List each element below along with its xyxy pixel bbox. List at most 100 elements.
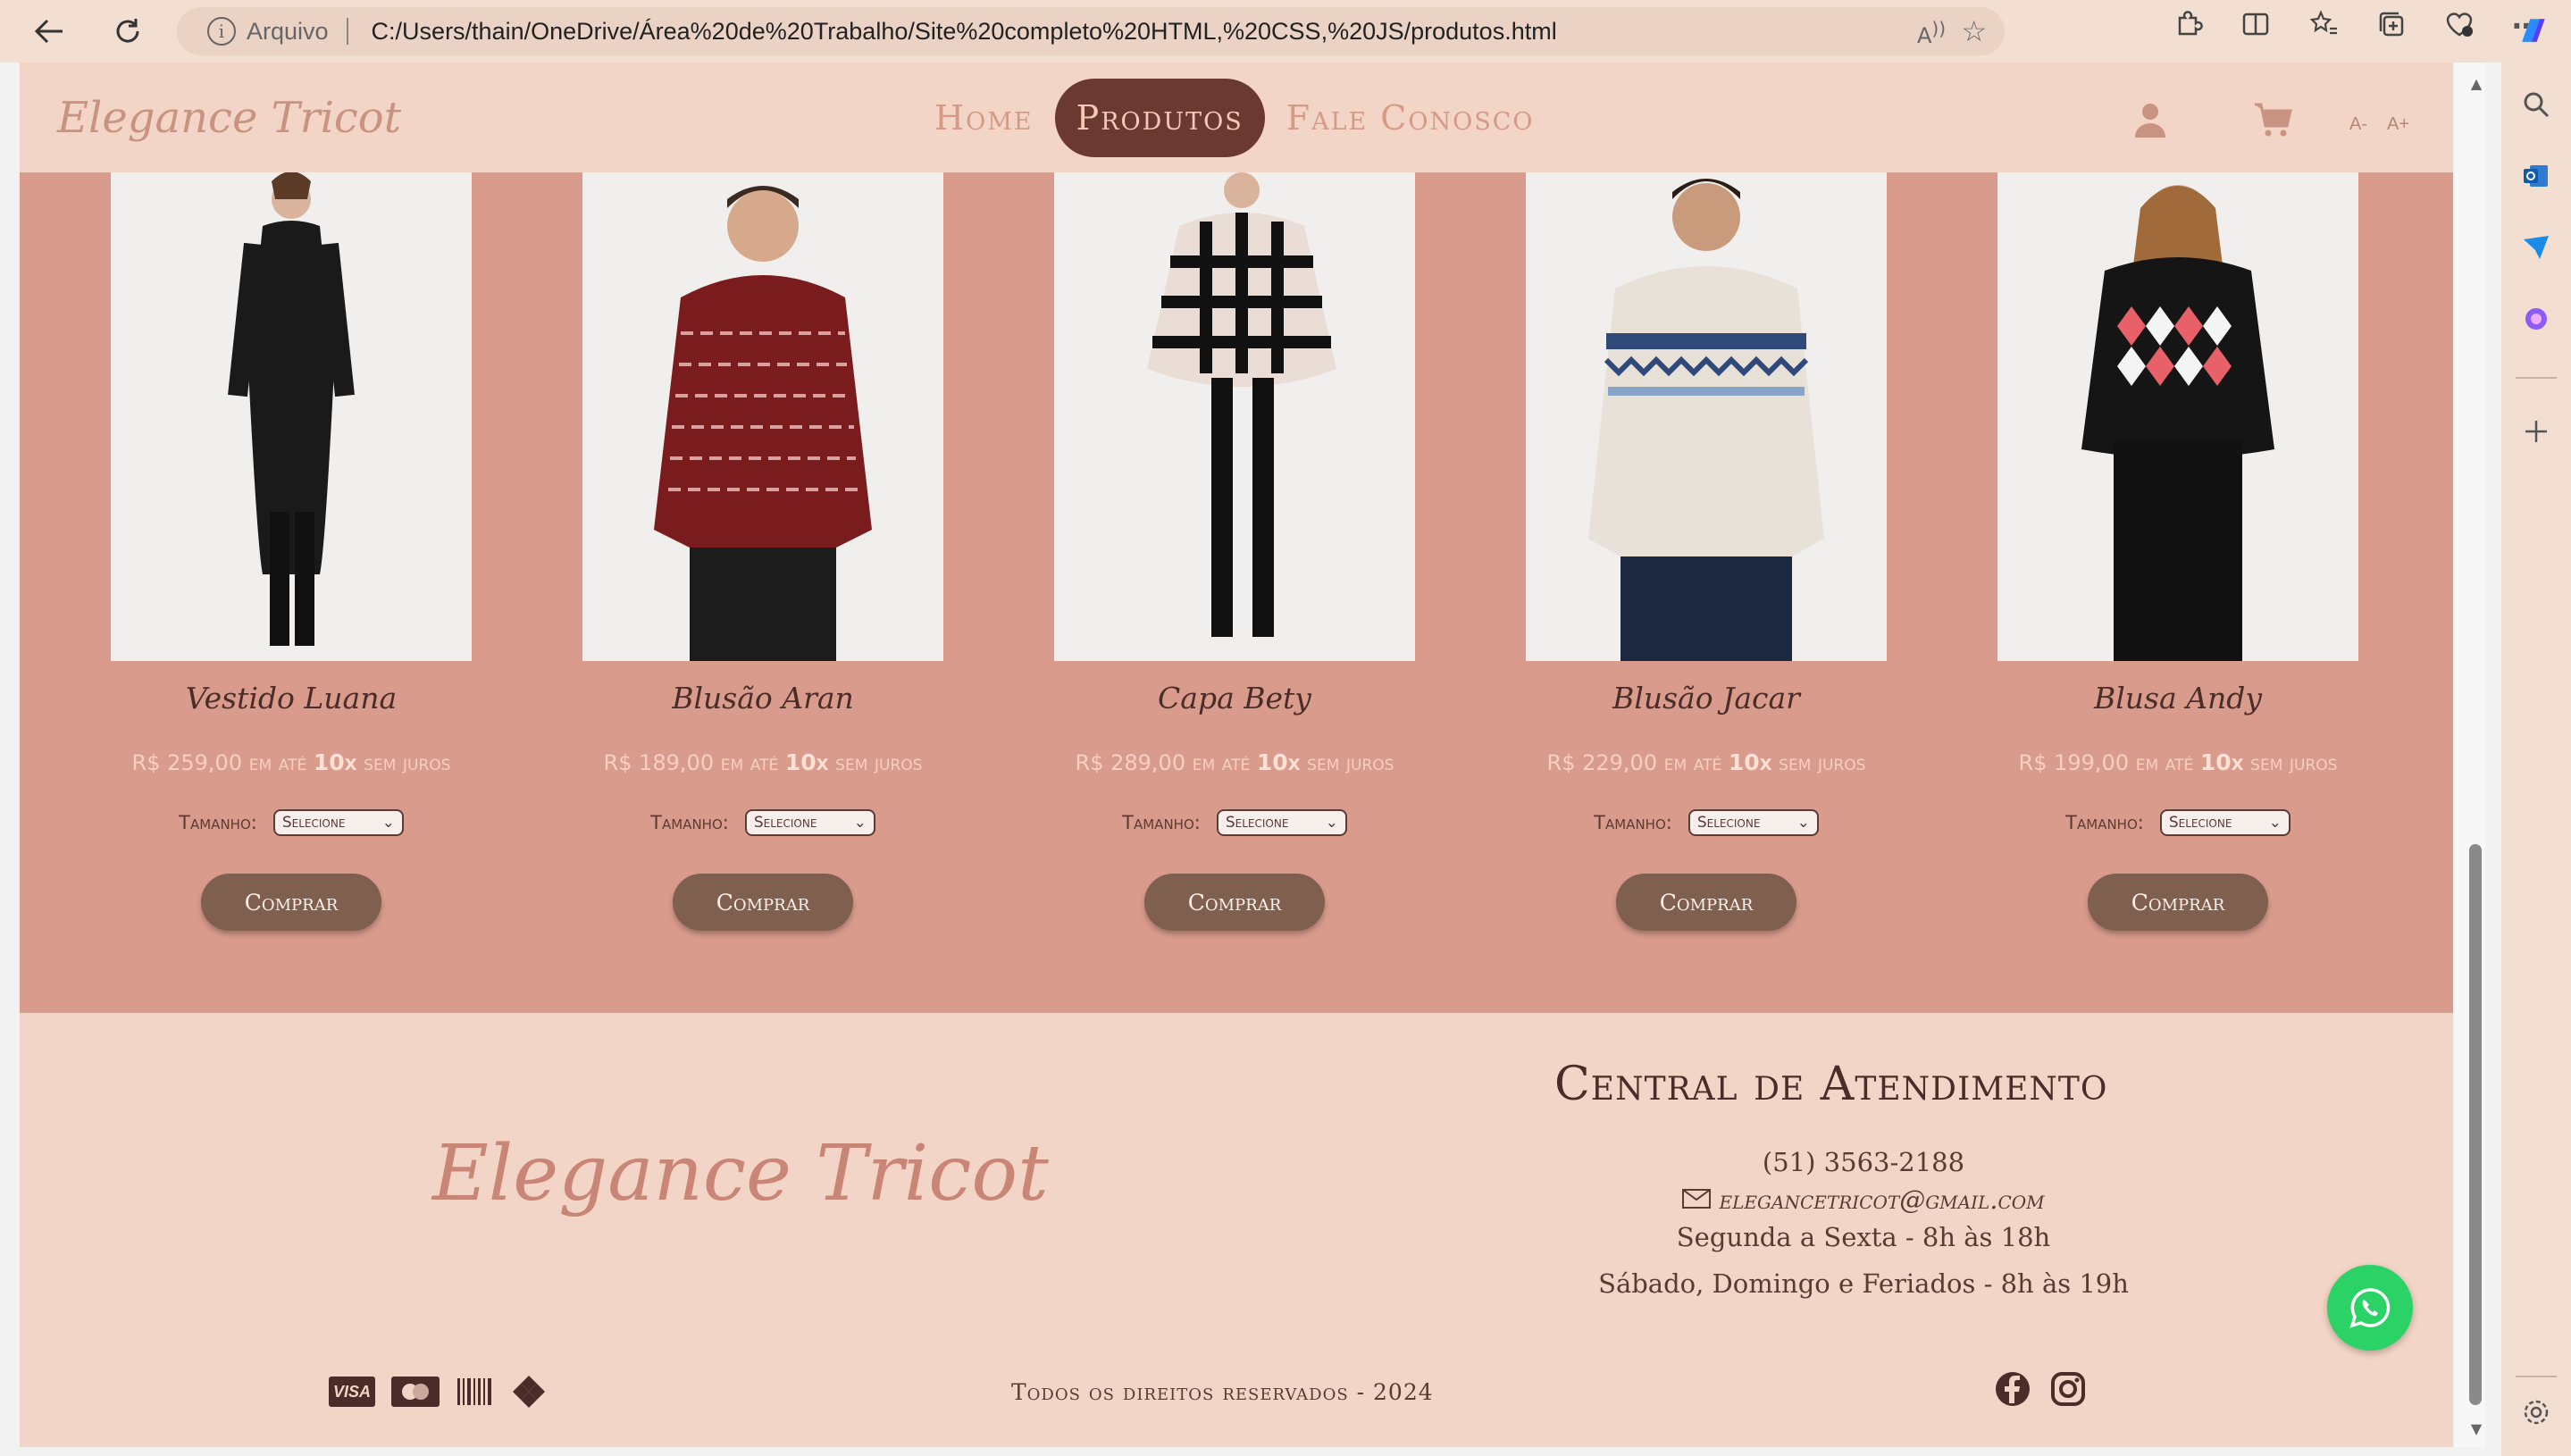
browser-toolbar: i Arquivo C:/Users/thain/OneDrive/Área%2… [0, 0, 2571, 63]
outlook-icon[interactable] [2517, 157, 2555, 195]
facebook-icon[interactable] [1994, 1370, 2031, 1408]
support-phone: (51) 3563-2188 [1762, 1147, 1965, 1177]
size-select[interactable]: Selecione ⌄ [2159, 809, 2290, 836]
payment-methods: VISA [329, 1376, 547, 1408]
size-select[interactable]: Selecione ⌄ [272, 809, 404, 836]
add-icon[interactable] [2517, 413, 2555, 450]
woman-black-dress-photo [111, 172, 472, 661]
installments-count: 10x [1728, 749, 1772, 775]
installments-count: 10x [2199, 749, 2244, 775]
size-select[interactable]: Selecione ⌄ [744, 809, 875, 836]
cart-icon[interactable] [2253, 102, 2292, 146]
product-image[interactable] [582, 172, 943, 661]
product-image[interactable] [1997, 172, 2358, 661]
installments-prefix: em até [1192, 750, 1251, 775]
product-image[interactable] [111, 172, 472, 661]
support-hours-weekend: Sábado, Domingo e Feriados - 8h às 19h [1598, 1268, 2129, 1299]
address-separator [346, 18, 348, 45]
man-jacquard-sweater-photo [1526, 172, 1887, 661]
user-icon[interactable] [2133, 102, 2167, 146]
search-icon[interactable] [2517, 86, 2555, 123]
installments-prefix: em até [248, 750, 307, 775]
whatsapp-button[interactable] [2327, 1265, 2413, 1351]
product-card: Vestido Luana R$ 259,00 em até 10x sem j… [111, 172, 472, 931]
collections-icon[interactable] [2376, 9, 2407, 46]
copilot-icon[interactable] [2514, 13, 2551, 50]
nav-produtos[interactable]: Produtos [1054, 79, 1265, 157]
chevron-down-icon: ⌄ [853, 814, 867, 832]
address-bar[interactable]: i Arquivo C:/Users/thain/OneDrive/Área%2… [177, 7, 2005, 55]
main-nav: Home Produtos Fale Conosco [913, 79, 1556, 157]
installments-suffix: sem juros [2250, 750, 2338, 775]
copilot-app-icon[interactable] [2517, 300, 2555, 338]
installments-suffix: sem juros [1779, 750, 1866, 775]
installments-count: 10x [1256, 749, 1301, 775]
installments-suffix: sem juros [364, 750, 451, 775]
browser-actions: ⋯ [2173, 9, 2541, 46]
sidebar-divider [2516, 377, 2557, 379]
size-select[interactable]: Selecione ⌄ [1687, 809, 1819, 836]
product-image[interactable] [1054, 172, 1415, 661]
buy-button[interactable]: Comprar [1144, 874, 1325, 931]
product-name: Vestido Luana [185, 681, 398, 715]
buy-button[interactable]: Comprar [1616, 874, 1796, 931]
size-select[interactable]: Selecione ⌄ [1216, 809, 1347, 836]
edge-sidebar [2501, 19, 2571, 1456]
site-header: Elegance Tricot Home Produtos Fale Conos… [20, 63, 2453, 172]
info-icon[interactable]: i [207, 17, 236, 46]
mastercard-icon [391, 1376, 440, 1408]
scroll-up-arrow[interactable]: ▲ [2469, 75, 2483, 92]
favorites-icon[interactable] [2308, 9, 2339, 46]
back-icon[interactable] [27, 9, 71, 54]
nav-home[interactable]: Home [913, 79, 1055, 157]
size-row: Tamanho: Selecione ⌄ [1054, 809, 1415, 836]
support-title: Central de Atendimento [1554, 1058, 2108, 1111]
product-card: Blusa Andy R$ 199,00 em até 10x sem juro… [1997, 172, 2358, 931]
buy-button[interactable]: Comprar [673, 874, 853, 931]
refresh-icon[interactable] [105, 9, 150, 54]
size-select-value: Selecione [1696, 814, 1761, 832]
size-select-value: Selecione [2168, 814, 2232, 832]
product-grid: Vestido Luana R$ 259,00 em até 10x sem j… [20, 172, 2453, 1013]
font-decrease-button[interactable]: A- [2349, 114, 2367, 135]
product-image[interactable] [1526, 172, 1887, 661]
social-links [1994, 1370, 2087, 1408]
whatsapp-icon [2349, 1288, 2391, 1328]
chevron-down-icon: ⌄ [2268, 814, 2282, 832]
instagram-icon[interactable] [2049, 1370, 2087, 1408]
support-email-row: elegancetricot@gmail.com [1461, 1184, 2265, 1215]
installments-suffix: sem juros [1307, 750, 1394, 775]
support-email[interactable]: elegancetricot@gmail.com [1720, 1184, 2045, 1215]
size-select-value: Selecione [753, 814, 817, 832]
settings-gear-icon[interactable] [2517, 1393, 2555, 1431]
product-price: R$ 199,00 em até 10x sem juros [1997, 749, 2358, 775]
font-increase-button[interactable]: A+ [2387, 114, 2409, 135]
site-logo[interactable]: Elegance Tricot [57, 93, 401, 143]
split-screen-icon[interactable] [2240, 9, 2271, 46]
send-icon[interactable] [2517, 229, 2555, 266]
scroll-down-arrow[interactable]: ▼ [2469, 1420, 2483, 1437]
extensions-icon[interactable] [2173, 9, 2203, 46]
size-select-value: Selecione [1225, 814, 1289, 832]
read-aloud-icon[interactable]: A)) [1917, 18, 1946, 48]
installments-count: 10x [313, 749, 357, 775]
size-row: Tamanho: Selecione ⌄ [1526, 809, 1887, 836]
browser-essentials-icon[interactable] [2444, 9, 2475, 46]
installments-suffix: sem juros [835, 750, 923, 775]
buy-button[interactable]: Comprar [2088, 874, 2268, 931]
nav-fale-conosco[interactable]: Fale Conosco [1265, 79, 1556, 157]
address-url[interactable]: C:/Users/thain/OneDrive/Área%20de%20Trab… [372, 18, 1557, 46]
scrollbar-thumb[interactable] [2469, 844, 2482, 1405]
product-price: R$ 259,00 em até 10x sem juros [111, 749, 472, 775]
support-hours-weekday: Segunda a Sexta - 8h às 18h [1676, 1222, 2051, 1252]
chevron-down-icon: ⌄ [1325, 814, 1338, 832]
sidebar-divider-bottom [2516, 1376, 2557, 1377]
page-viewport: Elegance Tricot Home Produtos Fale Conos… [20, 63, 2453, 1447]
installments-count: 10x [784, 749, 829, 775]
pix-icon [511, 1376, 547, 1408]
favorite-star-icon[interactable]: ☆ [1961, 14, 1987, 48]
buy-button[interactable]: Comprar [201, 874, 381, 931]
copyright: Todos os direitos reservados - 2024 [1011, 1379, 1434, 1405]
product-card: Blusão Aran R$ 189,00 em até 10x sem jur… [582, 172, 943, 931]
chevron-down-icon: ⌄ [1796, 814, 1810, 832]
